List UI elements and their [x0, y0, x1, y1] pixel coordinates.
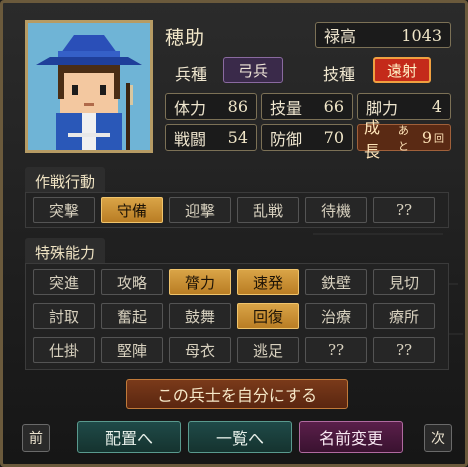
- stat-growth-label: 成長: [364, 117, 381, 161]
- stat-growth-value: 9: [421, 128, 432, 147]
- stat-defense-value: 70: [323, 128, 344, 147]
- ability-button[interactable]: 療所: [373, 303, 435, 329]
- ability-button[interactable]: 仕掛: [33, 337, 95, 363]
- ability-button[interactable]: 堅陣: [101, 337, 163, 363]
- list-button[interactable]: 一覧へ: [188, 421, 292, 453]
- ability-button[interactable]: 逃足: [237, 337, 299, 363]
- stat-skill-value: 66: [323, 97, 344, 116]
- troop-type-chip: 弓兵: [223, 57, 283, 83]
- ability-button[interactable]: 膂力: [169, 269, 231, 295]
- salary-box: 禄高 1043: [315, 22, 451, 48]
- ability-button[interactable]: 速発: [237, 269, 299, 295]
- tactic-button[interactable]: ??: [373, 197, 435, 223]
- unit-portrait: [25, 20, 153, 153]
- unit-name: 穂助: [165, 27, 206, 49]
- stat-skill: 技量 66: [261, 93, 353, 120]
- troop-type-label: 兵種: [175, 65, 208, 84]
- next-button[interactable]: 次: [424, 424, 452, 452]
- rename-button[interactable]: 名前変更: [299, 421, 403, 453]
- stat-hp: 体力 86: [165, 93, 257, 120]
- ability-button[interactable]: 攻略: [101, 269, 163, 295]
- ability-button[interactable]: ??: [305, 337, 367, 363]
- stat-speed-value: 4: [431, 97, 442, 116]
- ability-button[interactable]: 奮起: [101, 303, 163, 329]
- abilities-grid: 突進 攻略 膂力 速発 鉄壁 見切 討取 奮起 鼓舞 回復 治療 療所 仕掛 堅…: [33, 269, 443, 365]
- stat-growth: 成長 あと 9 回: [357, 118, 451, 161]
- stat-attack: 戦闘 54: [165, 124, 257, 151]
- prev-button[interactable]: 前: [22, 424, 50, 452]
- skill-type-label: 技種: [323, 65, 356, 84]
- ability-button[interactable]: 鼓舞: [169, 303, 231, 329]
- stat-defense: 防御 70: [261, 124, 353, 151]
- stat-hp-value: 86: [227, 97, 248, 116]
- unit-detail-window: 穂助 禄高 1043 兵種 弓兵 技種 遠射 体力 86 技量 66 脚力 4 …: [0, 0, 468, 467]
- salary-value: 1043: [401, 25, 442, 45]
- stat-skill-label: 技量: [270, 98, 303, 118]
- stat-hp-label: 体力: [174, 98, 207, 118]
- tactic-button[interactable]: 守備: [101, 197, 163, 223]
- ability-button[interactable]: 母衣: [169, 337, 231, 363]
- ability-button[interactable]: 突進: [33, 269, 95, 295]
- tactic-button[interactable]: 突撃: [33, 197, 95, 223]
- tactics-grid: 突撃 守備 迎撃 乱戦 待機 ??: [33, 197, 443, 223]
- salary-label: 禄高: [324, 27, 357, 46]
- stat-growth-mid: あと: [397, 123, 409, 153]
- tactic-button[interactable]: 乱戦: [237, 197, 299, 223]
- tactic-button[interactable]: 待機: [305, 197, 367, 223]
- tactic-button[interactable]: 迎撃: [169, 197, 231, 223]
- stat-growth-unit: 回: [434, 134, 444, 145]
- stat-defense-label: 防御: [270, 129, 303, 149]
- stat-attack-value: 54: [227, 128, 248, 147]
- stat-attack-label: 戦闘: [174, 129, 207, 149]
- make-own-unit-button[interactable]: この兵士を自分にする: [126, 379, 348, 409]
- ability-button[interactable]: 見切: [373, 269, 435, 295]
- ability-button[interactable]: 回復: [237, 303, 299, 329]
- deploy-button[interactable]: 配置へ: [77, 421, 181, 453]
- ability-button[interactable]: 鉄壁: [305, 269, 367, 295]
- skill-type-chip: 遠射: [373, 57, 431, 83]
- ability-button[interactable]: 討取: [33, 303, 95, 329]
- ability-button[interactable]: ??: [373, 337, 435, 363]
- ability-button[interactable]: 治療: [305, 303, 367, 329]
